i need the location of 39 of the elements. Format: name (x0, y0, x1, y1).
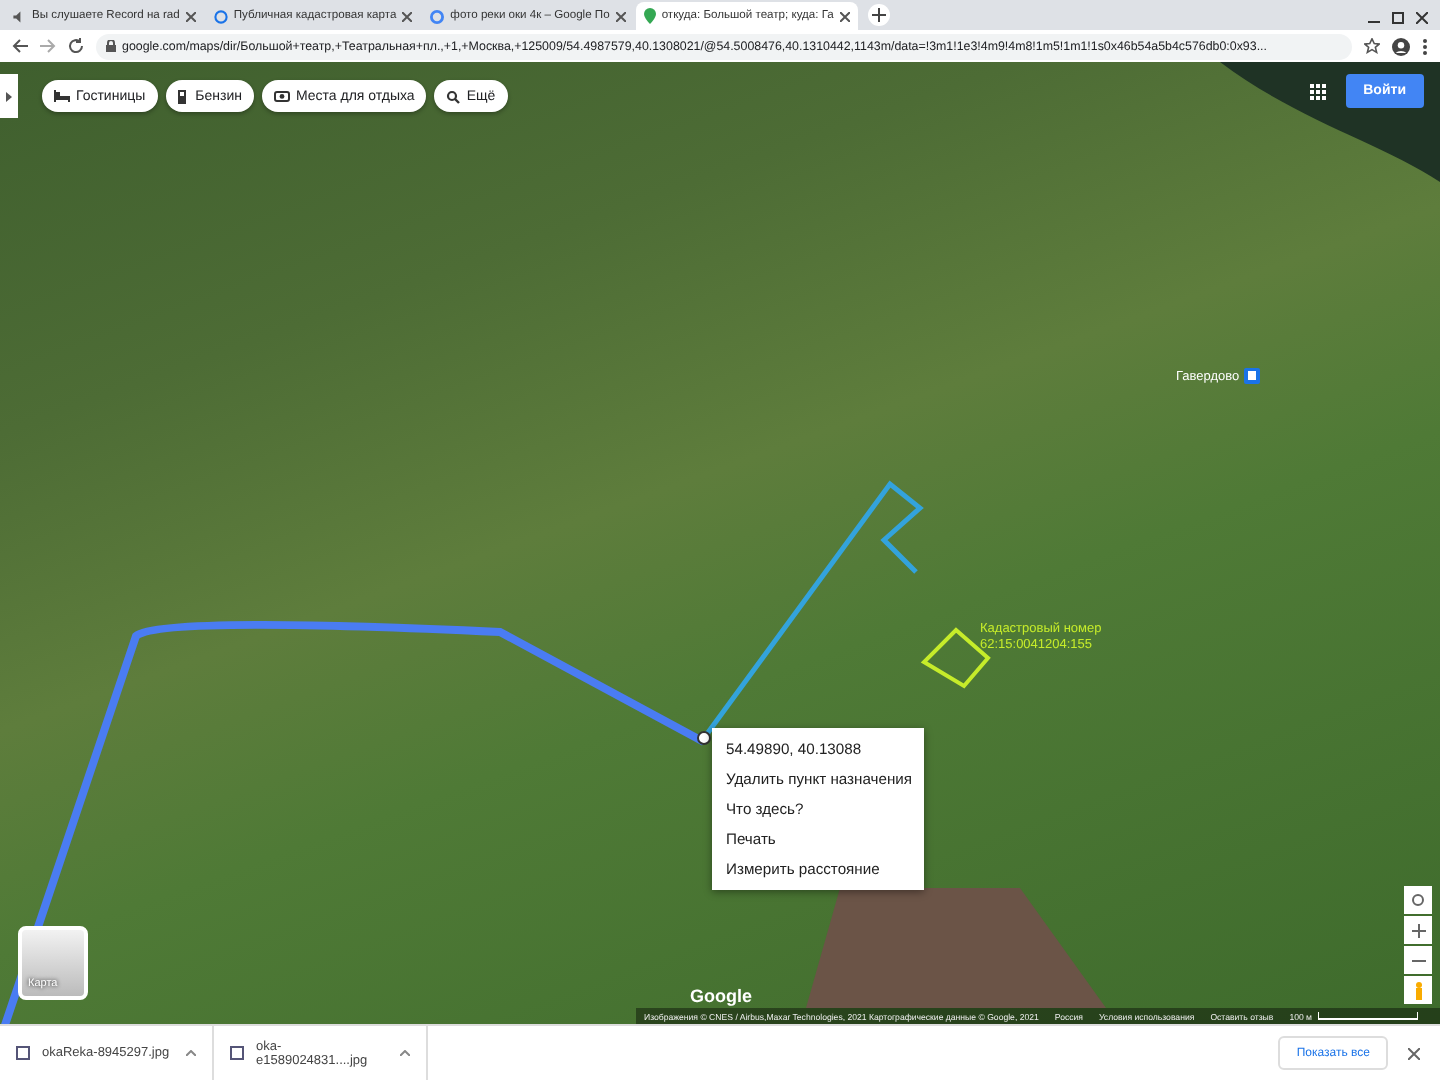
satellite-map[interactable] (0, 62, 1440, 1024)
reload-icon[interactable] (68, 38, 84, 54)
side-panel-toggle[interactable] (0, 74, 18, 118)
bus-stop-icon (1243, 368, 1260, 384)
close-icon[interactable] (1408, 1047, 1420, 1059)
menu-icon[interactable] (1422, 37, 1428, 55)
map-pin-icon (643, 8, 656, 24)
close-icon[interactable] (1416, 12, 1428, 24)
triangle-icon (6, 91, 12, 101)
search-icon (446, 89, 461, 103)
image-file-icon (16, 1046, 30, 1060)
close-icon[interactable] (185, 11, 196, 21)
account-icon[interactable] (1392, 37, 1410, 55)
image-file-icon (230, 1046, 244, 1060)
map-logo: Google (690, 986, 752, 1006)
zoom-out-button[interactable] (1404, 946, 1432, 974)
pegman-icon (1413, 981, 1423, 999)
back-arrow-icon[interactable] (12, 38, 28, 54)
locate-button[interactable] (1404, 886, 1432, 914)
star-icon[interactable] (1364, 38, 1380, 54)
destination-marker (696, 730, 712, 746)
camera-icon (274, 90, 290, 102)
close-icon[interactable] (402, 11, 413, 21)
close-icon[interactable] (839, 11, 850, 21)
new-tab-button[interactable] (867, 4, 890, 26)
caret-icon[interactable] (400, 1050, 410, 1056)
plus-icon (1411, 923, 1425, 937)
plus-icon (871, 8, 886, 22)
target-icon (1410, 892, 1426, 908)
close-icon[interactable] (615, 11, 626, 21)
apps-grid-icon[interactable] (1309, 83, 1326, 99)
lock-icon (106, 40, 116, 52)
speaker-icon (12, 9, 26, 23)
bed-icon (54, 90, 70, 102)
maximize-icon[interactable] (1392, 12, 1404, 24)
scale-bar (1318, 1012, 1419, 1020)
fuel-pump-icon (177, 89, 190, 103)
zoom-in-button[interactable] (1404, 916, 1432, 944)
caret-icon[interactable] (186, 1050, 196, 1056)
